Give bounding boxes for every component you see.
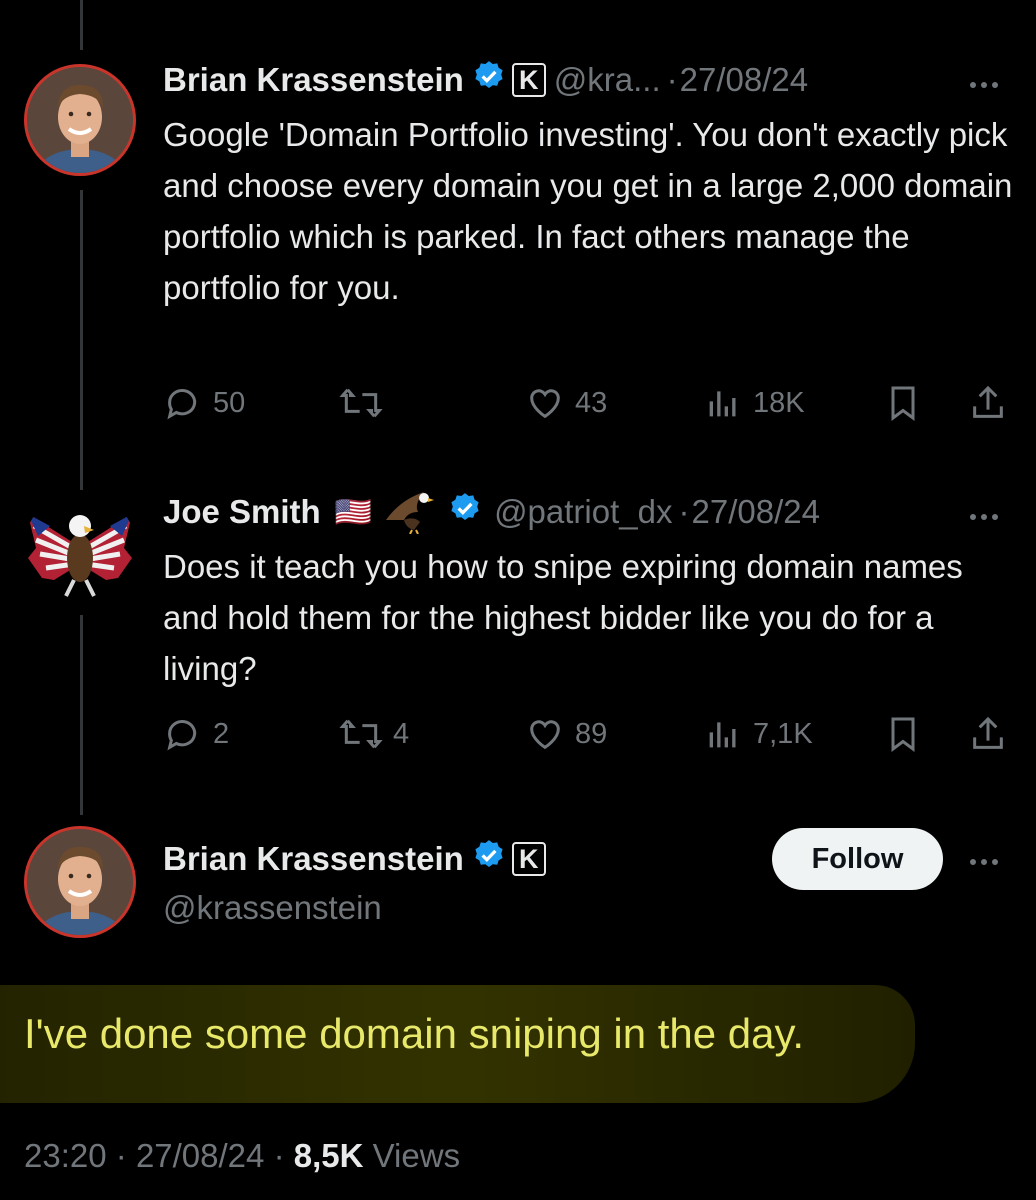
bookmark-icon bbox=[891, 717, 915, 752]
tweet-1-like-count: 43 bbox=[575, 386, 608, 419]
tweet-2-view-count: 7,1K bbox=[753, 717, 813, 750]
main-tweet-date[interactable]: 27/08/24 bbox=[136, 1137, 264, 1174]
tweet-1-reply-button[interactable]: 50 bbox=[163, 383, 245, 423]
tweet-2-date[interactable]: 27/08/24 bbox=[692, 493, 820, 531]
dot-separator: · bbox=[666, 61, 678, 98]
avatar-main-brian-krassenstein[interactable] bbox=[24, 826, 136, 938]
tweet-2-handle[interactable]: @patriot_dx bbox=[494, 493, 672, 531]
tweet-2-reply-count: 2 bbox=[213, 717, 230, 750]
analytics-icon bbox=[709, 391, 736, 417]
main-tweet-views-count[interactable]: 8,5K bbox=[294, 1137, 364, 1174]
tweet-1-text: Google 'Domain Portfolio investing'. You… bbox=[163, 116, 1013, 306]
verified-icon bbox=[472, 59, 506, 101]
reply-icon bbox=[167, 720, 197, 751]
tweet-1-share-button[interactable] bbox=[968, 383, 1018, 423]
tweet-2-repost-button[interactable]: 4 bbox=[339, 714, 409, 754]
tweet-2-actions: 2 4 89 7,1K bbox=[163, 714, 1013, 758]
verified-icon bbox=[472, 838, 506, 880]
thread-line-top bbox=[80, 0, 83, 50]
thread-line-1 bbox=[80, 190, 83, 490]
tweet-1-date[interactable]: 27/08/24 bbox=[680, 61, 808, 99]
tweet-2-like-count: 89 bbox=[575, 717, 608, 750]
avatar-joe-smith[interactable] bbox=[24, 492, 136, 604]
dot-separator: · bbox=[678, 493, 690, 530]
tweet-1-author-name[interactable]: Brian Krassenstein bbox=[163, 61, 464, 99]
us-flag-emoji: 🇺🇸 bbox=[334, 495, 373, 529]
affiliate-badge-icon: K bbox=[511, 63, 546, 97]
follow-button[interactable]: Follow bbox=[772, 828, 943, 890]
tweet-2-text: Does it teach you how to snipe expiring … bbox=[163, 548, 963, 687]
verified-icon bbox=[448, 491, 482, 533]
tweet-2-header: Joe Smith 🇺🇸 @patriot_dx · 27/08/24 bbox=[163, 490, 820, 534]
tweet-1-more-icon[interactable] bbox=[970, 75, 1010, 95]
tweet-1-view-count: 18K bbox=[753, 386, 805, 419]
tweet-2-like-button[interactable]: 89 bbox=[525, 714, 607, 754]
tweet-1-bookmark-button[interactable] bbox=[883, 383, 933, 423]
main-tweet-text: I've done some domain sniping in the day… bbox=[24, 1010, 805, 1057]
main-tweet-author-name[interactable]: Brian Krassenstein bbox=[163, 840, 464, 878]
main-tweet-header: Brian Krassenstein K bbox=[163, 837, 546, 881]
bookmark-icon bbox=[891, 386, 915, 421]
reply-icon bbox=[167, 389, 197, 420]
tweet-2-bookmark-button[interactable] bbox=[883, 714, 933, 754]
thread-line-2 bbox=[80, 615, 83, 815]
tweet-2-more-icon[interactable] bbox=[970, 507, 1010, 527]
tweet-1-handle[interactable]: @kra... bbox=[554, 61, 661, 99]
main-tweet-views-label: Views bbox=[372, 1137, 461, 1174]
avatar-brian-krassenstein[interactable] bbox=[24, 64, 136, 176]
tweet-1-reply-count: 50 bbox=[213, 386, 246, 419]
share-icon bbox=[973, 716, 1003, 749]
affiliate-badge-icon: K bbox=[511, 842, 546, 876]
repost-icon bbox=[339, 388, 383, 418]
heart-icon bbox=[530, 389, 560, 419]
dot-separator: · bbox=[115, 1137, 136, 1174]
tweet-2-repost-count: 4 bbox=[393, 717, 410, 750]
dot-separator: · bbox=[273, 1137, 294, 1174]
tweet-1-actions: 50 43 18K bbox=[163, 383, 1013, 427]
tweet-2-reply-button[interactable]: 2 bbox=[163, 714, 229, 754]
main-tweet-more-icon[interactable] bbox=[970, 852, 1010, 872]
eagle-icon bbox=[384, 490, 438, 534]
main-tweet-handle-row: @krassenstein bbox=[163, 886, 382, 930]
main-tweet-time[interactable]: 23:20 bbox=[24, 1137, 107, 1174]
tweet-1-like-button[interactable]: 43 bbox=[525, 383, 607, 423]
tweet-1-views-button[interactable]: 18K bbox=[703, 383, 805, 423]
tweet-2-share-button[interactable] bbox=[968, 714, 1018, 754]
tweet-1-repost-button[interactable] bbox=[339, 383, 393, 423]
tweet-2-author-name[interactable]: Joe Smith bbox=[163, 493, 321, 531]
tweet-2-views-button[interactable]: 7,1K bbox=[703, 714, 813, 754]
tweet-1-header: Brian Krassenstein K @kra... · 27/08/24 bbox=[163, 58, 808, 102]
share-icon bbox=[973, 385, 1003, 418]
repost-icon bbox=[339, 719, 383, 749]
analytics-icon bbox=[709, 722, 736, 748]
heart-icon bbox=[530, 720, 560, 750]
main-tweet-handle[interactable]: @krassenstein bbox=[163, 889, 382, 927]
main-tweet-meta: 23:20 · 27/08/24 · 8,5K Views bbox=[24, 1137, 460, 1175]
